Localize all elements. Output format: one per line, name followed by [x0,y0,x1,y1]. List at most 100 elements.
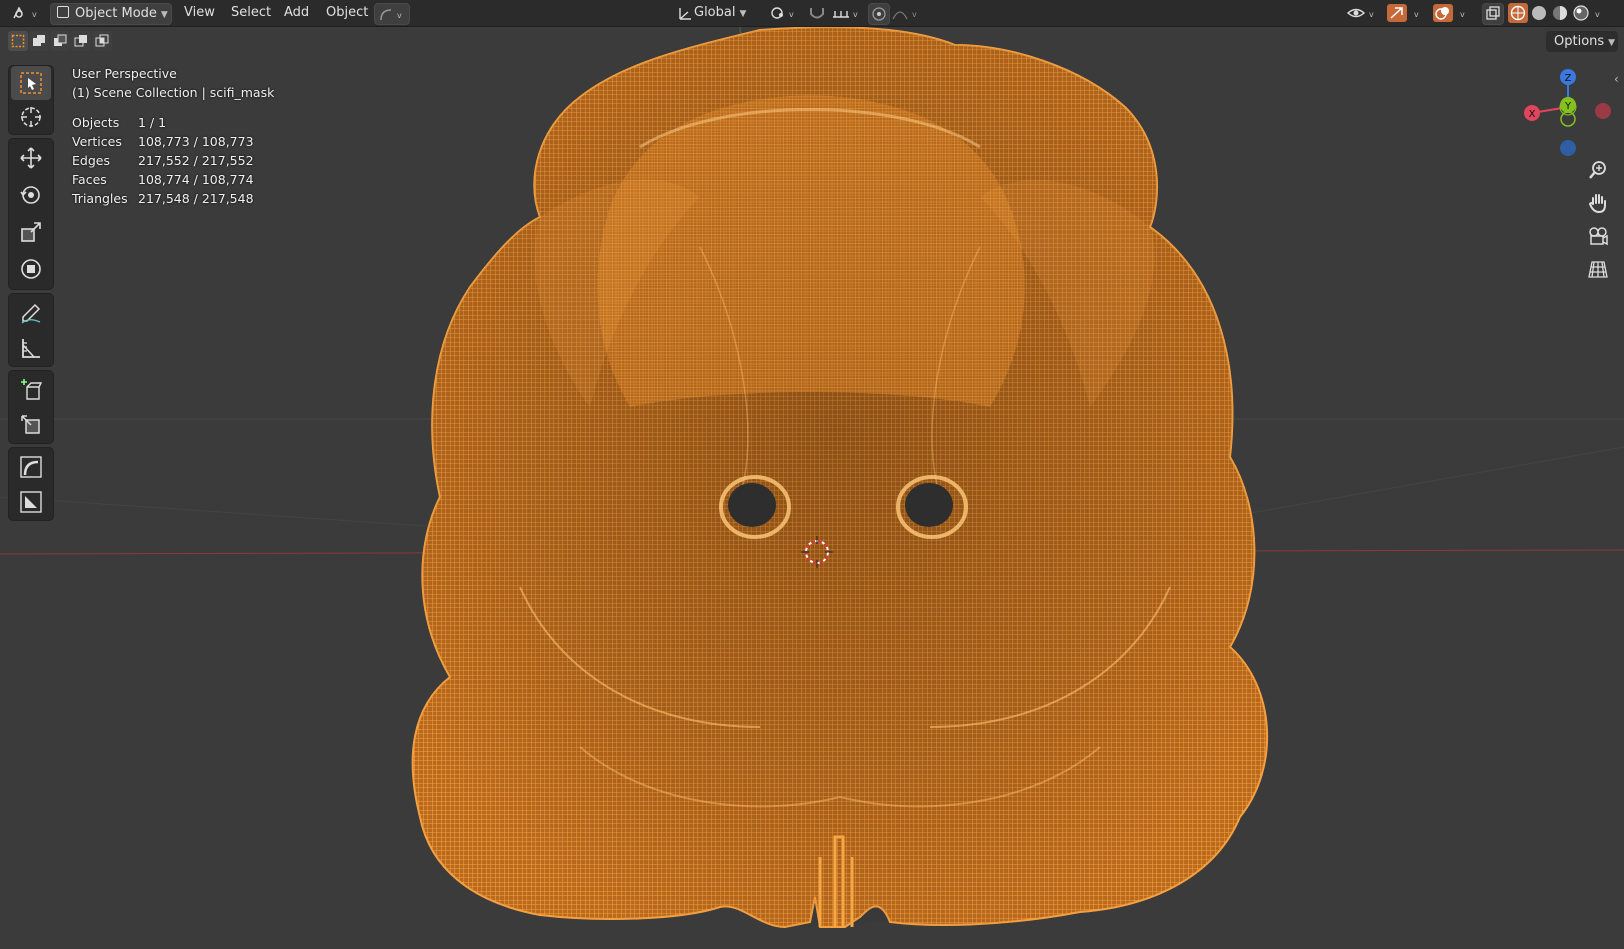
menu-select[interactable]: Select [231,3,271,23]
deform-tool-group [8,447,54,521]
neg-x-axis-handle [1595,103,1611,119]
svg-text:v: v [912,10,917,19]
svg-text:v: v [1414,10,1419,19]
overlays-toggle[interactable]: v [1432,3,1472,23]
stat-label: Edges [72,153,110,168]
camera-view-button[interactable] [1585,223,1611,249]
select-tool-group [8,65,54,135]
stat-row: Vertices 108,773 / 108,773 [72,134,254,153]
curve-icon: v [380,9,402,21]
pencil-icon [21,303,41,324]
gizmo-icon: v [1387,4,1419,22]
menu-view[interactable]: View [184,3,215,23]
object-mode-icon [57,6,69,18]
shear-icon [21,415,40,434]
rotate-tool[interactable] [11,178,51,212]
view-name: User Perspective [72,66,177,81]
menu-add[interactable]: Add [284,3,309,23]
editor-type-button[interactable]: v [8,3,44,23]
xray-toggle[interactable] [1482,3,1504,25]
mode-dropdown[interactable]: Object Mode ▼ [50,3,172,25]
measure-tool[interactable] [11,331,51,365]
select-box-tool[interactable] [11,66,51,100]
svg-text:v: v [1595,10,1600,19]
svg-text:v: v [32,10,37,19]
falloff-icon: v [892,10,917,20]
right-eye-hole [905,483,953,527]
move-tool[interactable] [11,141,51,175]
stat-row: Triangles 217,548 / 217,548 [72,191,254,210]
ruler-icon [22,339,40,358]
pan-button[interactable] [1585,190,1611,216]
perspective-toggle-button[interactable] [1585,256,1611,282]
hand-icon [1588,194,1606,214]
bend-tool[interactable] [11,450,51,484]
chevron-down-icon: ▼ [739,9,747,19]
select-mode-buttons [8,31,113,51]
snap-target-dropdown[interactable]: v [830,3,864,23]
shear-tool[interactable] [11,408,51,442]
svg-text:v: v [789,10,794,19]
shading-mode-group: v [1508,3,1606,23]
pivot-icon: v [771,7,794,19]
falloff-dropdown[interactable]: v [890,3,924,23]
options-label: Options [1554,34,1605,49]
chevron-down-icon: ▼ [160,10,168,20]
proportional-edit-toggle[interactable] [868,3,890,25]
zoom-icon [1589,161,1606,179]
shrink-tool[interactable] [11,485,51,519]
shading-icons: v [1508,3,1600,23]
editor-type-icon: v [13,6,37,19]
proportional-icon [872,7,886,21]
select-box-icon [20,72,42,94]
xray-icon [1486,6,1500,20]
select-subtract-icon[interactable] [50,31,70,51]
overlays-icon: v [1433,4,1465,22]
bend-icon [20,456,42,478]
scene-statistics: Objects 1 / 1 Vertices 108,773 / 108,773 E… [72,115,254,210]
add-cube-tool[interactable] [11,373,51,407]
eye-icon: v [1346,8,1374,19]
cursor-icon [21,107,41,127]
options-dropdown[interactable]: Options ▼ [1546,31,1618,52]
select-extend-icon[interactable] [29,31,49,51]
select-new-icon[interactable] [8,31,28,51]
shrink-icon [20,491,42,513]
select-intersect-icon[interactable] [92,31,112,51]
cursor-tool[interactable] [11,100,51,134]
stat-value: 108,773 / 108,773 [138,134,254,149]
scale-tool[interactable] [11,215,51,249]
scale-icon [21,222,41,242]
stat-row: Edges 217,552 / 217,552 [72,153,254,172]
svg-text:v: v [397,11,402,20]
stat-row: Objects 1 / 1 [72,115,254,134]
annotate-tool[interactable] [11,296,51,330]
stat-value: 217,548 / 217,548 [138,191,254,206]
svg-text:v: v [1369,10,1374,19]
x-axis-label: X [1529,109,1536,120]
transform-orientation-dropdown[interactable]: Global ▼ [676,3,762,23]
viewport-header: v Object Mode ▼ View Select Add Object v … [0,0,1624,27]
transform-tool[interactable] [11,252,51,286]
mode-label: Object Mode [75,6,157,21]
svg-text:v: v [853,10,858,19]
stat-label: Faces [72,172,107,187]
stat-label: Objects [72,115,120,130]
camera-icon [1589,227,1608,246]
zoom-button[interactable] [1585,157,1611,183]
transform-tool-group [8,138,54,290]
stat-label: Vertices [72,134,122,149]
left-eye-hole [728,483,776,527]
3d-viewport[interactable]: Options ▼ User Perspective (1) Scene Coll… [0,27,1624,949]
gpencil-dropdown[interactable]: v [374,3,410,25]
svg-text:v: v [1460,10,1465,19]
menu-object[interactable]: Object [326,3,368,23]
gizmo-toggle[interactable]: v [1386,3,1426,23]
annotate-tool-group [8,293,54,367]
select-invert-icon[interactable] [71,31,91,51]
snap-toggle[interactable] [806,3,828,23]
visibility-dropdown[interactable]: v [1346,3,1380,23]
sidebar-toggle-icon[interactable]: ‹ [1614,72,1619,86]
pivot-point-dropdown[interactable]: v [768,3,800,23]
move-icon [20,147,42,169]
